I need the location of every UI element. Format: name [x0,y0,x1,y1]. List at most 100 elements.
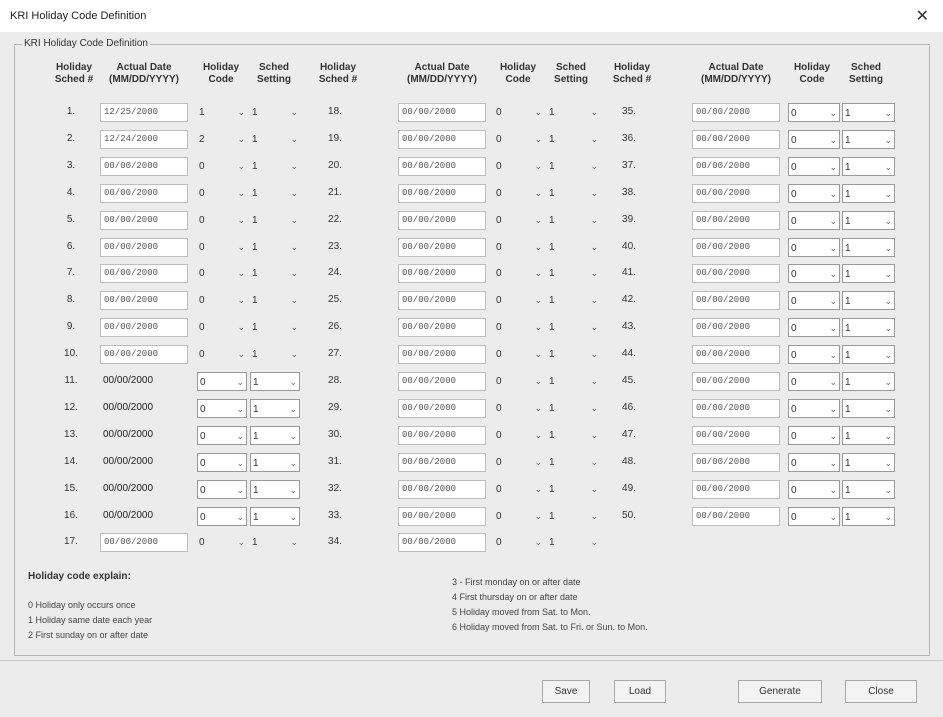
actual-date-field[interactable]: 00/00/2000 [398,264,486,283]
load-button[interactable]: Load [614,680,666,703]
holiday-code-select[interactable]: 0 ⌄ [197,372,247,391]
holiday-code-select[interactable]: 0 ⌄ [494,130,544,149]
save-button[interactable]: Save [542,680,590,703]
actual-date-field[interactable]: 00/00/2000 [100,157,188,176]
actual-date-field[interactable]: 00/00/2000 [100,184,188,203]
sched-setting-select[interactable]: 1 ⌄ [842,318,895,337]
sched-setting-select[interactable]: 1 ⌄ [250,103,300,122]
actual-date-field[interactable]: 00/00/2000 [692,238,780,257]
sched-setting-select[interactable]: 1 ⌄ [250,264,300,283]
sched-setting-select[interactable]: 1 ⌄ [250,507,300,526]
actual-date-field[interactable]: 00/00/2000 [692,507,780,526]
sched-setting-select[interactable]: 1 ⌄ [547,291,600,310]
holiday-code-select[interactable]: 0 ⌄ [788,399,840,418]
actual-date-field[interactable]: 00/00/2000 [692,318,780,337]
holiday-code-select[interactable]: 0 ⌄ [197,453,247,472]
sched-setting-select[interactable]: 1 ⌄ [842,291,895,310]
actual-date-field[interactable]: 00/00/2000 [100,507,188,526]
sched-setting-select[interactable]: 1 ⌄ [842,480,895,499]
actual-date-field[interactable]: 00/00/2000 [398,211,486,230]
sched-setting-select[interactable]: 1 ⌄ [250,426,300,445]
actual-date-field[interactable]: 00/00/2000 [692,399,780,418]
holiday-code-select[interactable]: 0 ⌄ [494,345,544,364]
holiday-code-select[interactable]: 0 ⌄ [494,211,544,230]
actual-date-field[interactable]: 00/00/2000 [398,318,486,337]
holiday-code-select[interactable]: 0 ⌄ [197,211,247,230]
holiday-code-select[interactable]: 0 ⌄ [197,507,247,526]
holiday-code-select[interactable]: 0 ⌄ [494,184,544,203]
actual-date-field[interactable]: 00/00/2000 [398,399,486,418]
holiday-code-select[interactable]: 0 ⌄ [788,264,840,283]
holiday-code-select[interactable]: 0 ⌄ [197,238,247,257]
sched-setting-select[interactable]: 1 ⌄ [842,211,895,230]
actual-date-field[interactable]: 00/00/2000 [692,480,780,499]
sched-setting-select[interactable]: 1 ⌄ [547,238,600,257]
sched-setting-select[interactable]: 1 ⌄ [842,130,895,149]
holiday-code-select[interactable]: 0 ⌄ [197,318,247,337]
holiday-code-select[interactable]: 0 ⌄ [788,184,840,203]
holiday-code-select[interactable]: 0 ⌄ [197,426,247,445]
actual-date-field[interactable]: 00/00/2000 [692,453,780,472]
sched-setting-select[interactable]: 1 ⌄ [250,453,300,472]
actual-date-field[interactable]: 12/24/2000 [100,130,188,149]
actual-date-field[interactable]: 00/00/2000 [692,264,780,283]
actual-date-field[interactable]: 00/00/2000 [100,345,188,364]
holiday-code-select[interactable]: 0 ⌄ [494,238,544,257]
sched-setting-select[interactable]: 1 ⌄ [250,130,300,149]
holiday-code-select[interactable]: 0 ⌄ [788,291,840,310]
sched-setting-select[interactable]: 1 ⌄ [547,426,600,445]
holiday-code-select[interactable]: 2 ⌄ [197,130,247,149]
sched-setting-select[interactable]: 1 ⌄ [250,345,300,364]
holiday-code-select[interactable]: 0 ⌄ [197,157,247,176]
actual-date-field[interactable]: 00/00/2000 [100,533,188,552]
sched-setting-select[interactable]: 1 ⌄ [547,184,600,203]
sched-setting-select[interactable]: 1 ⌄ [250,480,300,499]
holiday-code-select[interactable]: 0 ⌄ [197,184,247,203]
actual-date-field[interactable]: 00/00/2000 [692,157,780,176]
sched-setting-select[interactable]: 1 ⌄ [250,157,300,176]
holiday-code-select[interactable]: 0 ⌄ [494,103,544,122]
actual-date-field[interactable]: 00/00/2000 [398,130,486,149]
actual-date-field[interactable]: 00/00/2000 [398,453,486,472]
sched-setting-select[interactable]: 1 ⌄ [842,426,895,445]
holiday-code-select[interactable]: 0 ⌄ [494,480,544,499]
actual-date-field[interactable]: 00/00/2000 [100,426,188,445]
sched-setting-select[interactable]: 1 ⌄ [547,130,600,149]
sched-setting-select[interactable]: 1 ⌄ [250,318,300,337]
actual-date-field[interactable]: 00/00/2000 [100,480,188,499]
sched-setting-select[interactable]: 1 ⌄ [547,264,600,283]
sched-setting-select[interactable]: 1 ⌄ [547,507,600,526]
holiday-code-select[interactable]: 0 ⌄ [197,480,247,499]
holiday-code-select[interactable]: 0 ⌄ [494,507,544,526]
actual-date-field[interactable]: 00/00/2000 [100,318,188,337]
actual-date-field[interactable]: 00/00/2000 [398,372,486,391]
actual-date-field[interactable]: 00/00/2000 [100,453,188,472]
sched-setting-select[interactable]: 1 ⌄ [547,157,600,176]
sched-setting-select[interactable]: 1 ⌄ [842,345,895,364]
actual-date-field[interactable]: 00/00/2000 [100,211,188,230]
holiday-code-select[interactable]: 1 ⌄ [197,103,247,122]
sched-setting-select[interactable]: 1 ⌄ [547,533,600,552]
sched-setting-select[interactable]: 1 ⌄ [842,372,895,391]
sched-setting-select[interactable]: 1 ⌄ [842,184,895,203]
sched-setting-select[interactable]: 1 ⌄ [250,211,300,230]
holiday-code-select[interactable]: 0 ⌄ [494,533,544,552]
sched-setting-select[interactable]: 1 ⌄ [842,264,895,283]
sched-setting-select[interactable]: 1 ⌄ [250,399,300,418]
sched-setting-select[interactable]: 1 ⌄ [547,453,600,472]
sched-setting-select[interactable]: 1 ⌄ [547,399,600,418]
actual-date-field[interactable]: 00/00/2000 [692,184,780,203]
actual-date-field[interactable]: 00/00/2000 [398,157,486,176]
sched-setting-select[interactable]: 1 ⌄ [842,399,895,418]
actual-date-field[interactable]: 00/00/2000 [692,291,780,310]
sched-setting-select[interactable]: 1 ⌄ [842,238,895,257]
actual-date-field[interactable]: 00/00/2000 [398,103,486,122]
sched-setting-select[interactable]: 1 ⌄ [250,533,300,552]
sched-setting-select[interactable]: 1 ⌄ [250,372,300,391]
actual-date-field[interactable]: 12/25/2000 [100,103,188,122]
sched-setting-select[interactable]: 1 ⌄ [547,103,600,122]
sched-setting-select[interactable]: 1 ⌄ [547,211,600,230]
actual-date-field[interactable]: 00/00/2000 [692,130,780,149]
holiday-code-select[interactable]: 0 ⌄ [494,372,544,391]
actual-date-field[interactable]: 00/00/2000 [398,533,486,552]
